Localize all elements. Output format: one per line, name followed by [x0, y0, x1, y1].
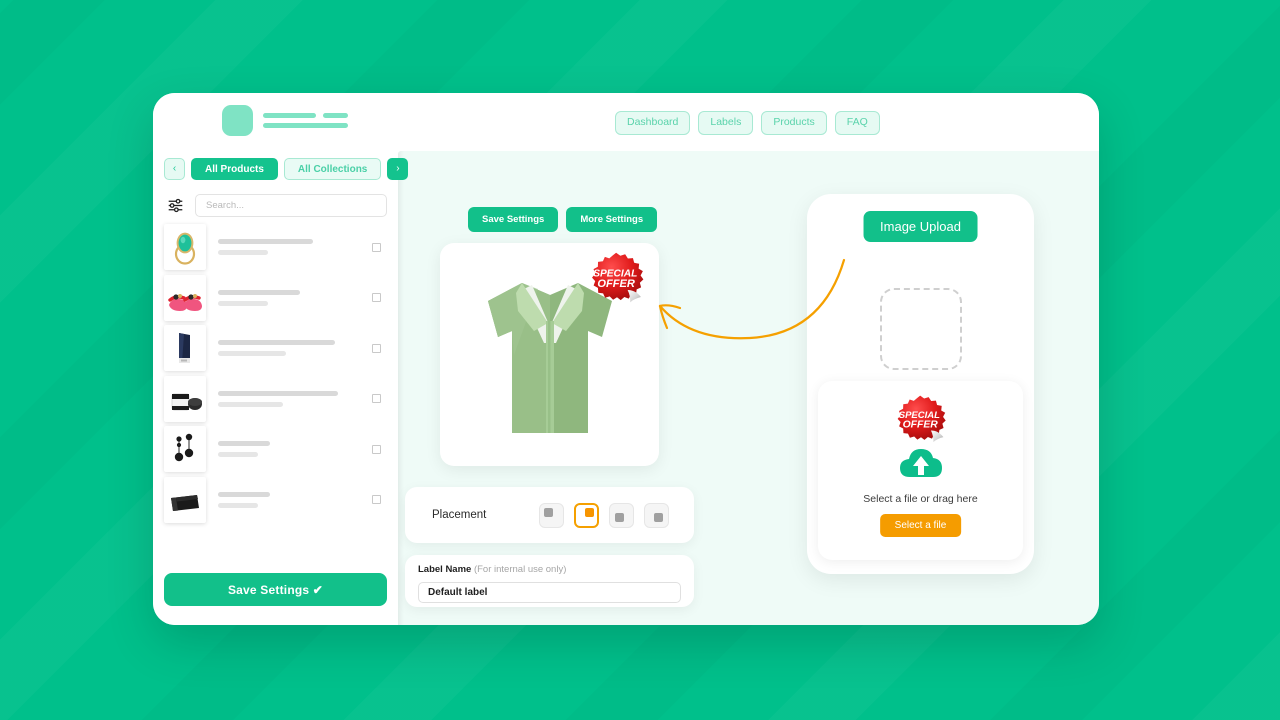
search-row [164, 194, 387, 217]
title-bar [218, 239, 313, 245]
more-settings-button[interactable]: More Settings [566, 207, 658, 232]
subtitle-bar [218, 300, 268, 306]
title-bar [218, 491, 270, 497]
logo-bar [323, 113, 348, 118]
top-bar: Dashboard Labels Products FAQ [153, 93, 1099, 151]
logo-bar [263, 123, 348, 128]
subtitle-bar [218, 250, 268, 256]
subtitle-bar [218, 351, 286, 357]
list-item[interactable] [164, 323, 387, 374]
label-name-hint: (For internal use only) [473, 564, 567, 575]
sliders-icon[interactable] [164, 194, 187, 217]
subtitle-bar [218, 452, 258, 458]
app-logo[interactable] [222, 105, 348, 136]
special-offer-badge: SPECIAL OFFER [586, 251, 648, 313]
placement-dot-icon [544, 507, 553, 517]
placement-option-top-right[interactable] [574, 502, 599, 528]
list-item-checkbox[interactable] [372, 394, 381, 404]
list-item[interactable] [164, 475, 387, 526]
main-navigation: Dashboard Labels Products FAQ [615, 111, 880, 135]
nav-item-faq[interactable]: FAQ [834, 111, 880, 135]
nav-item-dashboard[interactable]: Dashboard [615, 111, 691, 135]
product-thumbnail [164, 325, 206, 372]
product-thumbnail [164, 426, 206, 473]
uploaded-image-preview [879, 288, 962, 370]
list-item[interactable] [164, 222, 387, 273]
svg-text:OFFER: OFFER [597, 278, 635, 290]
list-item[interactable] [164, 273, 387, 324]
list-item-checkbox[interactable] [372, 242, 381, 252]
svg-text:OFFER: OFFER [902, 420, 938, 431]
list-item-checkbox[interactable] [372, 495, 381, 505]
label-name-card: Label Name (For internal use only) [405, 555, 694, 607]
sidebar-save-settings-button[interactable]: Save Settings ✔ [164, 573, 387, 606]
placement-dot-icon [654, 512, 663, 522]
cloud-upload-icon [899, 449, 942, 477]
logo-text-placeholder [263, 113, 348, 128]
nav-item-labels[interactable]: Labels [698, 111, 754, 135]
file-dropzone[interactable]: SPECIAL OFFER Select a file or drag here… [818, 288, 1023, 560]
logo-bar [263, 113, 316, 118]
subtitle-bar [218, 401, 283, 407]
tab-all-collections[interactable]: All Collections [283, 158, 382, 180]
list-item-placeholder [218, 289, 372, 306]
title-bar [218, 340, 335, 346]
title-bar [218, 289, 300, 295]
search-input[interactable] [195, 194, 387, 217]
list-item[interactable] [164, 424, 387, 475]
tab-all-products[interactable]: All Products [191, 158, 278, 180]
placement-option-bottom-left[interactable] [609, 502, 634, 528]
list-item-placeholder [218, 441, 372, 458]
product-thumbnail [164, 274, 206, 321]
canvas-action-bar: Save Settings More Settings [468, 207, 658, 232]
nav-item-products[interactable]: Products [761, 111, 827, 135]
list-item-placeholder [218, 491, 372, 508]
product-thumbnail [164, 224, 206, 271]
product-thumbnail [164, 375, 206, 422]
product-thumbnail [164, 476, 206, 523]
title-bar [218, 441, 270, 447]
label-name-title: Label Name [418, 564, 472, 575]
placement-option-bottom-right[interactable] [644, 502, 669, 528]
placement-options [539, 502, 669, 528]
collection-switcher: ‹ All Products All Collections › [164, 158, 409, 180]
list-item-placeholder [218, 390, 372, 407]
list-item-placeholder [218, 239, 372, 256]
list-item-checkbox[interactable] [372, 293, 381, 303]
placement-label: Placement [432, 509, 487, 521]
next-page-button[interactable]: › [387, 158, 409, 180]
products-sidebar: ‹ All Products All Collections › Search.… [153, 151, 409, 625]
list-item-checkbox[interactable] [372, 444, 381, 454]
title-bar [218, 390, 338, 396]
list-item-placeholder [218, 340, 372, 357]
dropzone-instruction: Select a file or drag here [863, 493, 978, 505]
label-name-input[interactable] [418, 581, 681, 603]
list-item[interactable] [164, 374, 387, 425]
logo-mark-icon [222, 105, 253, 136]
product-preview-card: SPECIAL OFFER [440, 243, 659, 466]
save-settings-button[interactable]: Save Settings [468, 207, 559, 232]
placement-dot-icon [585, 507, 594, 517]
select-file-button[interactable]: Select a file [879, 514, 962, 537]
label-name-heading: Label Name (For internal use only) [418, 565, 681, 575]
list-item-checkbox[interactable] [372, 343, 381, 353]
placement-card: Placement [405, 487, 694, 543]
image-upload-title-button[interactable]: Image Upload [863, 211, 978, 242]
placement-option-top-left[interactable] [539, 502, 564, 528]
product-list [164, 222, 387, 525]
app-window: Dashboard Labels Products FAQ ‹ All Prod… [153, 93, 1099, 625]
image-upload-panel: Image Upload SPECIAL OFFER Select a file… [807, 194, 1034, 574]
previous-page-button[interactable]: ‹ [164, 158, 185, 180]
placement-dot-icon [615, 512, 624, 522]
subtitle-bar [218, 502, 258, 508]
